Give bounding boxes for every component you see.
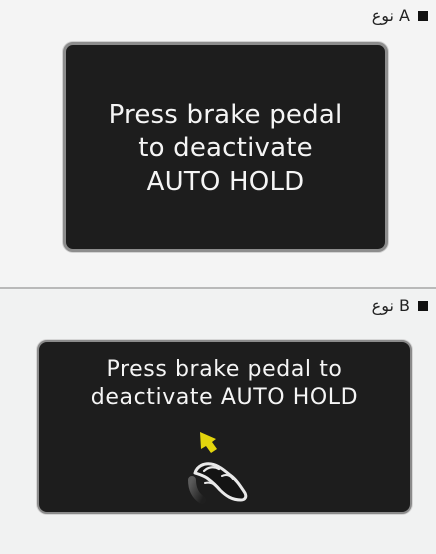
type-a-warning-screen: Press brake pedal to deactivate AUTO HOL…	[63, 42, 388, 252]
type-a-panel: نوع A Press brake pedal to deactivate AU…	[0, 0, 436, 287]
pedal-arrow-icon	[200, 432, 217, 453]
pedal-shadow-icon	[188, 476, 206, 504]
type-a-square-icon	[418, 11, 428, 21]
type-b-message-line-1: Press brake pedal to	[106, 357, 343, 382]
type-a-label-text: نوع A	[371, 6, 410, 25]
section-divider	[0, 287, 436, 289]
type-b-message: Press brake pedal to deactivate AUTO HOL…	[39, 356, 410, 412]
type-b-message-line-2: deactivate AUTO HOLD	[90, 385, 359, 411]
type-b-warning-screen: Press brake pedal to deactivate AUTO HOL…	[37, 340, 412, 514]
type-a-message: Press brake pedal to deactivate AUTO HOL…	[66, 99, 385, 199]
type-b-label-text: نوع B	[371, 296, 410, 315]
type-a-message-line-3: AUTO HOLD	[146, 166, 305, 197]
brake-pedal-icon	[188, 432, 248, 504]
type-a-message-line-1: Press brake pedal	[108, 100, 343, 130]
type-b-panel: نوع B Press brake pedal to deactivate AU…	[0, 290, 436, 554]
type-a-message-line-2: to deactivate	[138, 133, 313, 164]
type-b-label: نوع B	[372, 298, 428, 314]
pedal-foot-icon	[193, 462, 248, 502]
type-b-square-icon	[418, 301, 428, 311]
type-a-label: نوع A	[372, 8, 428, 24]
